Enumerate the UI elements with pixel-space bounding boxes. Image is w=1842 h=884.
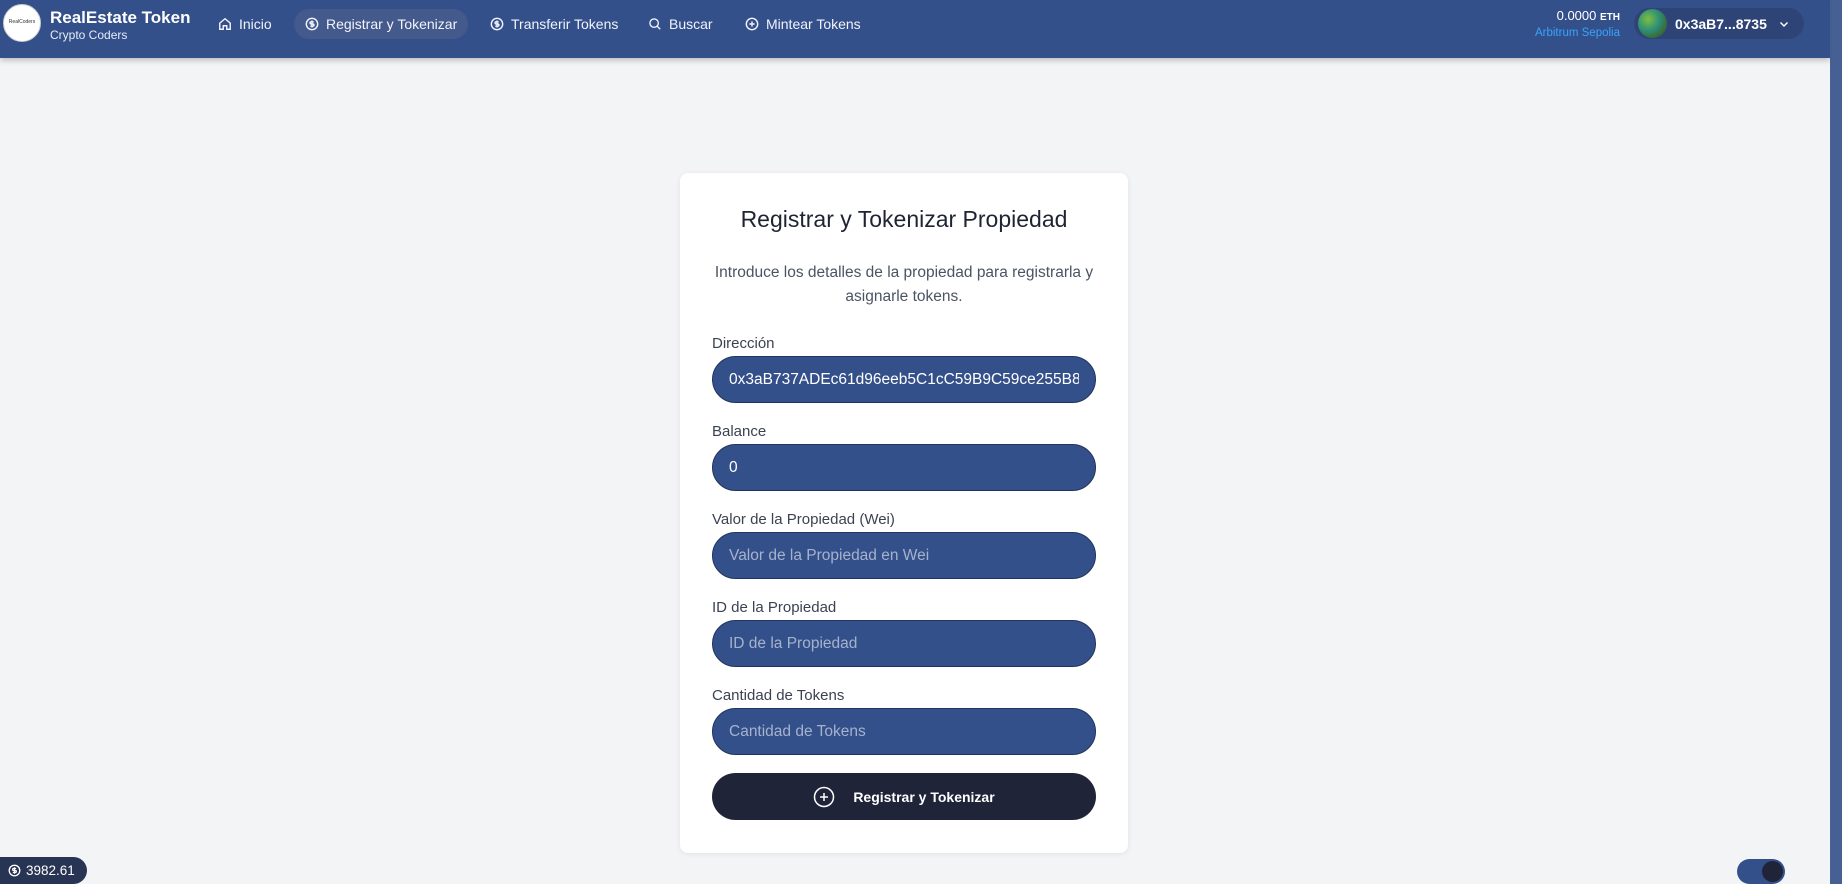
eth-balance-unit: ETH: [1600, 12, 1620, 23]
nav-item-inicio[interactable]: Inicio: [207, 9, 283, 39]
balance-input[interactable]: [712, 444, 1096, 491]
nav-item-mintear[interactable]: Mintear Tokens: [734, 9, 872, 39]
nav-item-label: Inicio: [239, 16, 272, 32]
plus-circle-icon: [814, 786, 835, 807]
direccion-input[interactable]: [712, 356, 1096, 403]
brand-logo[interactable]: RealCoders: [3, 4, 41, 42]
brand-subtitle: Crypto Coders: [50, 28, 128, 42]
dollar-circle-icon: [490, 17, 504, 31]
nav-item-registrar[interactable]: Registrar y Tokenizar: [294, 9, 469, 39]
id-propiedad-input[interactable]: [712, 620, 1096, 667]
field-label-direccion: Dirección: [712, 335, 775, 352]
token-price-value: 3982.61: [26, 863, 75, 878]
plus-circle-icon: [745, 17, 759, 31]
field-label-cantidad: Cantidad de Tokens: [712, 687, 845, 704]
nav-item-label: Transferir Tokens: [511, 16, 619, 32]
brand-title: RealEstate Token: [50, 8, 191, 27]
nav-item-label: Mintear Tokens: [766, 16, 861, 32]
register-form-card: Registrar y Tokenizar Propiedad Introduc…: [680, 173, 1128, 853]
field-label-valor: Valor de la Propiedad (Wei): [712, 511, 895, 528]
dollar-circle-icon: [305, 17, 319, 31]
network-name[interactable]: Arbitrum Sepolia: [1535, 27, 1620, 39]
wallet-address: 0x3aB7...8735: [1675, 15, 1767, 32]
registrar-tokenizar-button[interactable]: Registrar y Tokenizar: [712, 773, 1096, 820]
eth-balance: 0.0000 ETH: [1557, 8, 1620, 23]
nav-item-label: Registrar y Tokenizar: [326, 16, 458, 32]
logo-text: RealCoders: [8, 19, 36, 26]
top-navbar: RealCoders RealEstate Token Crypto Coder…: [0, 0, 1830, 58]
valor-propiedad-input[interactable]: [712, 532, 1096, 579]
nav-item-buscar[interactable]: Buscar: [637, 9, 724, 39]
eth-balance-value: 0.0000: [1556, 8, 1597, 23]
dollar-circle-icon: [8, 864, 21, 877]
chevron-down-icon: [1779, 21, 1788, 27]
field-label-balance: Balance: [712, 423, 767, 440]
form-description: Introduce los detalles de la propiedad p…: [714, 264, 1094, 305]
scrollbar[interactable]: [1830, 0, 1842, 884]
nav-item-transferir[interactable]: Transferir Tokens: [479, 9, 629, 39]
wallet-avatar: [1638, 9, 1667, 38]
submit-label: Registrar y Tokenizar: [853, 788, 995, 805]
field-label-id: ID de la Propiedad: [712, 599, 837, 616]
home-icon: [219, 17, 231, 30]
nav-item-label: Buscar: [669, 16, 713, 32]
toggle-knob: [1762, 861, 1783, 882]
search-icon: [649, 18, 661, 30]
cantidad-tokens-input[interactable]: [712, 708, 1096, 755]
token-price-badge[interactable]: 3982.61: [0, 857, 87, 884]
theme-toggle[interactable]: [1737, 859, 1785, 884]
wallet-account-button[interactable]: 0x3aB7...8735: [1634, 8, 1804, 39]
form-title: Registrar y Tokenizar Propiedad: [740, 206, 1068, 232]
